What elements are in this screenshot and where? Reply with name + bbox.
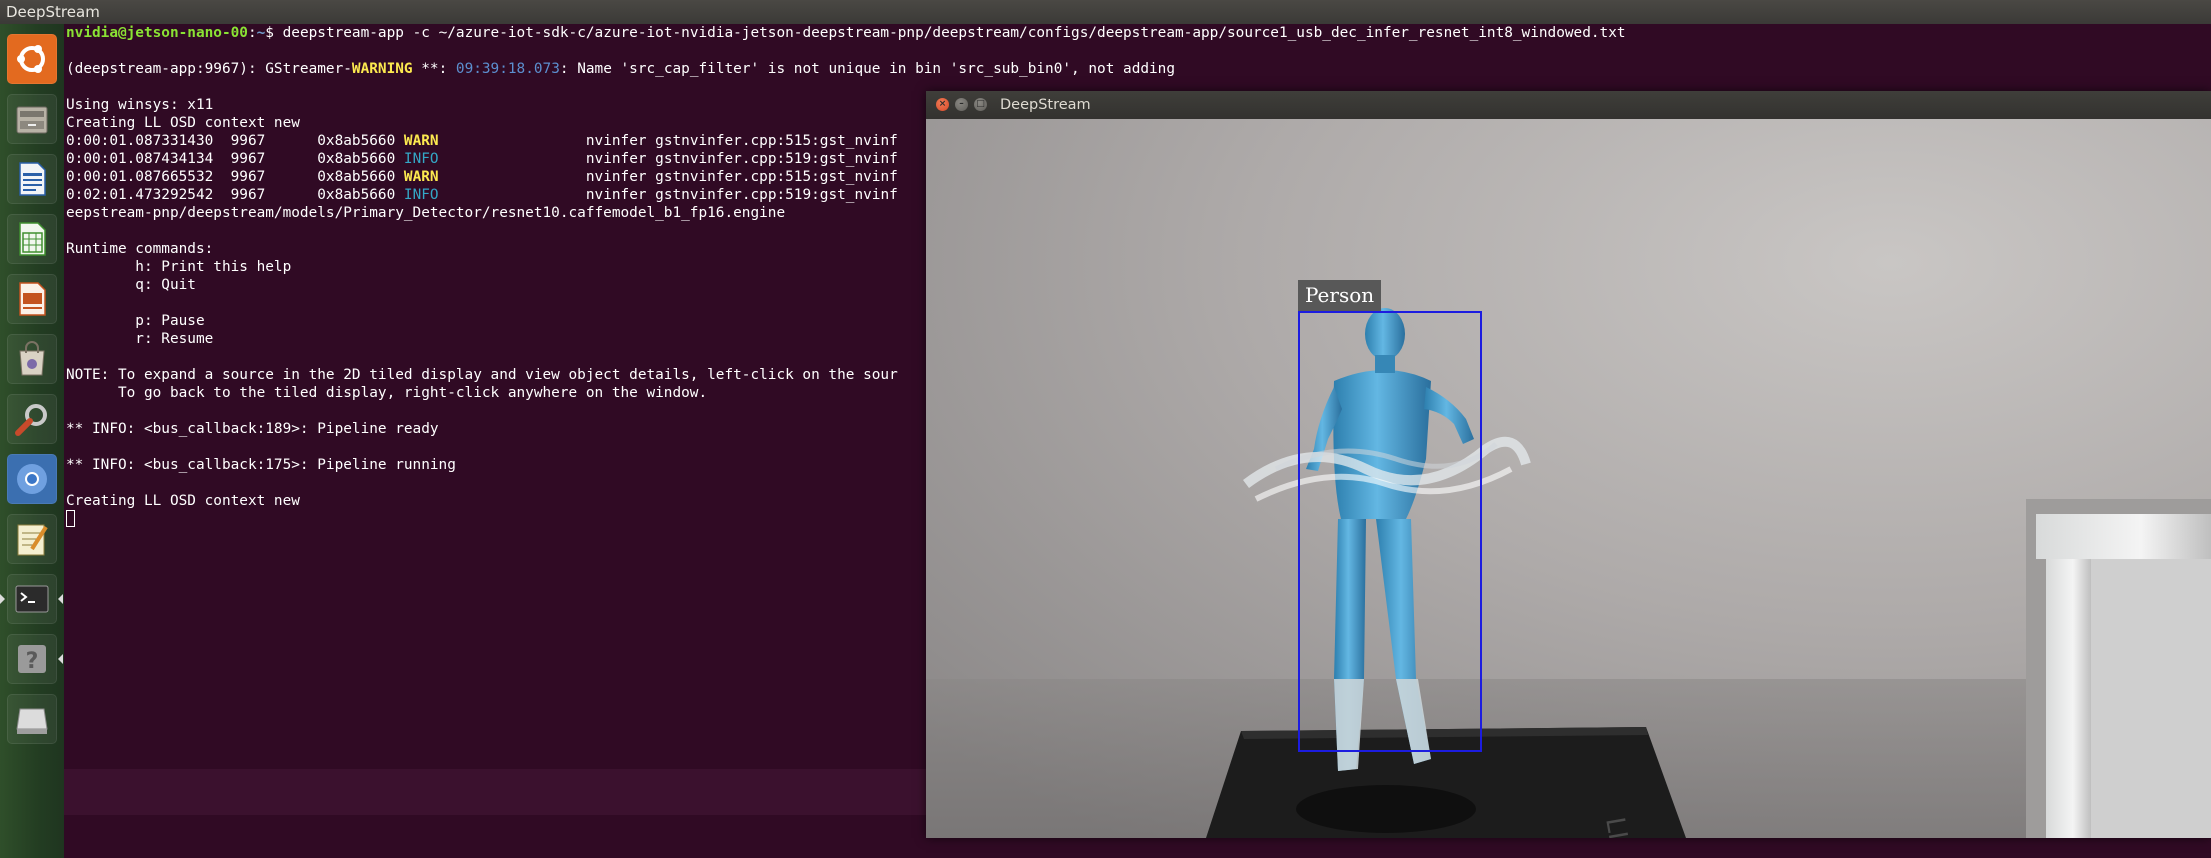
calc-button[interactable] bbox=[7, 214, 57, 264]
chromium-icon bbox=[17, 464, 47, 494]
help-button[interactable]: ? bbox=[7, 634, 63, 684]
terminal-button[interactable] bbox=[0, 574, 63, 624]
drive-button[interactable] bbox=[7, 694, 57, 744]
files-icon bbox=[16, 106, 48, 134]
white-furniture bbox=[2026, 499, 2211, 838]
terminal-cursor bbox=[66, 510, 75, 527]
terminal-icon bbox=[15, 585, 49, 613]
running-indicator bbox=[58, 654, 63, 664]
svg-text:?: ? bbox=[26, 649, 39, 674]
detection-label: Person bbox=[1298, 280, 1382, 311]
writer-button[interactable] bbox=[7, 154, 57, 204]
drive-icon bbox=[16, 708, 48, 734]
active-window-title: DeepStream bbox=[6, 3, 100, 21]
libreoffice-impress-icon bbox=[19, 282, 46, 316]
libreoffice-calc-icon bbox=[19, 222, 46, 256]
deepstream-window-title: DeepStream bbox=[1000, 97, 1091, 113]
prompt-user: nvidia@jetson-nano-00 bbox=[66, 25, 248, 41]
gstreamer-warning-line: (deepstream-app:9967): GStreamer-WARNING… bbox=[66, 60, 1626, 78]
maximize-window-button[interactable]: □ bbox=[974, 98, 987, 111]
text-editor-button[interactable] bbox=[7, 514, 57, 564]
system-settings-button[interactable] bbox=[7, 394, 57, 444]
software-center-button[interactable] bbox=[7, 334, 57, 384]
command-text: deepstream-app -c ~/azure-iot-sdk-c/azur… bbox=[282, 25, 1626, 41]
libreoffice-writer-icon bbox=[19, 162, 46, 196]
ubuntu-logo-icon bbox=[17, 45, 45, 73]
running-indicator bbox=[0, 594, 5, 604]
prompt-separator: : bbox=[247, 25, 257, 41]
text-editor-icon bbox=[17, 524, 48, 556]
minimize-window-button[interactable]: – bbox=[955, 98, 968, 111]
warn-mid: **: bbox=[412, 61, 456, 77]
focused-indicator bbox=[58, 594, 63, 604]
help-icon: ? bbox=[18, 645, 46, 674]
system-settings-icon bbox=[15, 404, 47, 436]
warn-message: : Name 'src_cap_filter' is not unique in… bbox=[559, 61, 1176, 77]
ubuntu-dash-button[interactable] bbox=[7, 34, 57, 84]
files-button[interactable] bbox=[7, 94, 57, 144]
deepstream-window[interactable]: × – □ DeepStream Person bbox=[926, 91, 2211, 838]
video-frame[interactable]: LIGHT bbox=[926, 119, 2211, 838]
launcher: ? bbox=[0, 24, 65, 858]
warn-level: WARNING bbox=[351, 61, 413, 77]
deepstream-titlebar[interactable]: × – □ DeepStream bbox=[926, 91, 2211, 119]
prompt-line: nvidia@jetson-nano-00:~$ deepstream-app … bbox=[66, 24, 1626, 42]
close-window-button[interactable]: × bbox=[936, 98, 949, 111]
warn-timestamp: 09:39:18.073 bbox=[455, 61, 560, 77]
person-bounding-box bbox=[1298, 311, 1482, 752]
warn-prefix: (deepstream-app:9967): GStreamer- bbox=[66, 61, 352, 77]
impress-button[interactable] bbox=[7, 274, 57, 324]
chromium-button[interactable] bbox=[7, 454, 57, 504]
top-menu-bar: DeepStream bbox=[0, 0, 2211, 24]
shopping-bag-icon bbox=[19, 341, 45, 376]
prompt-path: ~ bbox=[256, 25, 266, 41]
figure-base bbox=[1296, 785, 1476, 833]
prompt-end: $ bbox=[265, 25, 283, 41]
